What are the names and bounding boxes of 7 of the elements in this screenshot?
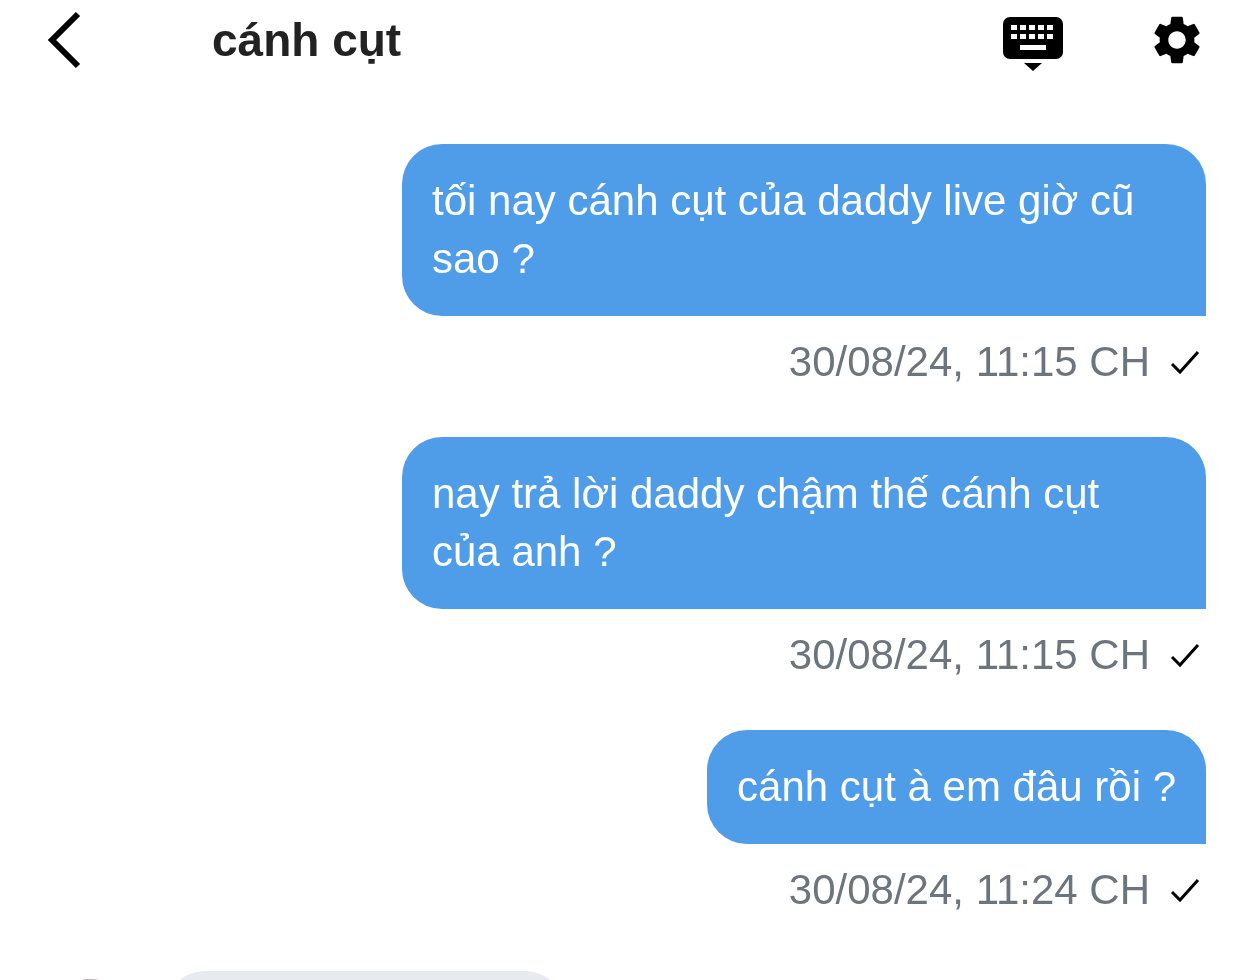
message-timestamp: 30/08/24, 11:15 CH — [788, 630, 1150, 680]
message-timestamp: 30/08/24, 11:15 CH — [788, 337, 1150, 387]
message-bubble: cánh cụt à em đâu rồi ? — [707, 730, 1206, 844]
message-bubble: tối nay cánh cụt của daddy live giờ cũ sao ? — [402, 144, 1206, 316]
chat-title: cánh cụt — [212, 12, 402, 68]
message-timestamp: 30/08/24, 11:24 CH — [788, 865, 1150, 915]
message-bubble: nay trả lời daddy chậm thế cánh cụt của anh ? — [402, 437, 1206, 609]
